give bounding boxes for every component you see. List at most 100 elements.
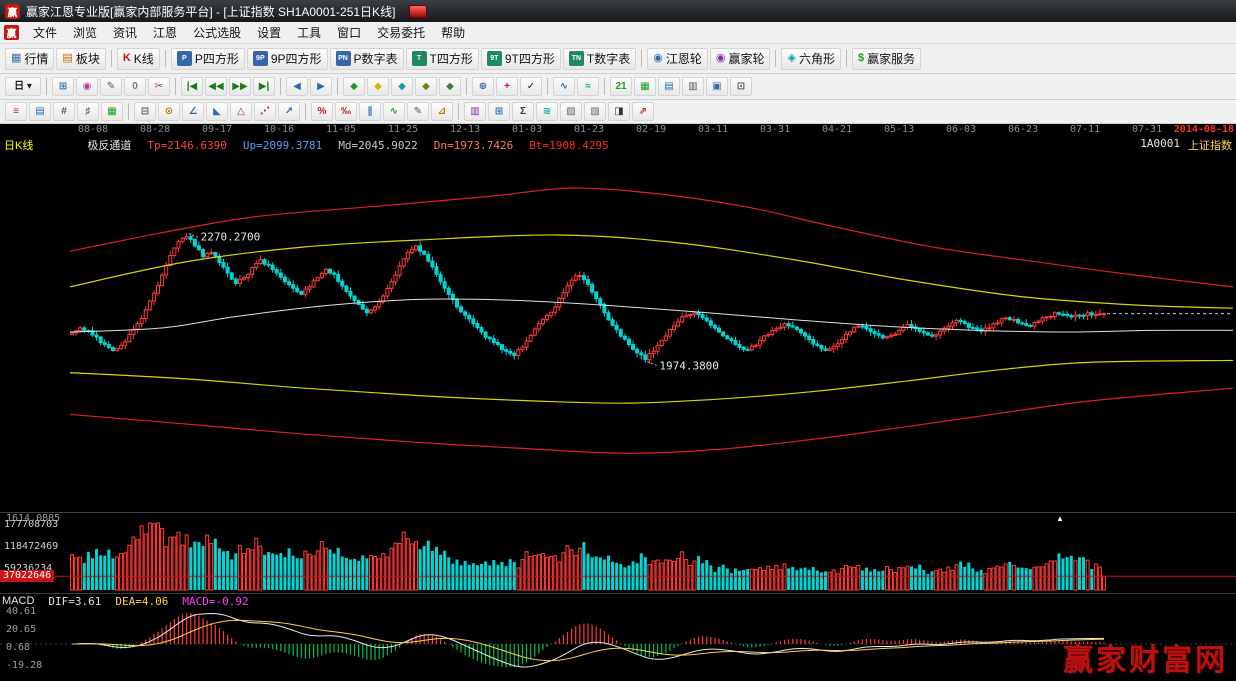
menu-item-3[interactable]: 江恩 [145,22,185,43]
equal-wave-icon[interactable]: ≋ [536,102,558,121]
last-page-icon-icon: ▶| [259,82,270,92]
sine-wave-icon[interactable]: ∿ [383,102,405,121]
gann-flower-icon-icon: ◉ [83,82,92,92]
half-box-icon[interactable]: ◨ [608,102,630,121]
window-grid-icon[interactable]: ⊟ [134,102,156,121]
trend-arrow-icon[interactable]: ↗ [278,102,300,121]
target-icon[interactable]: ⊕ [472,77,494,96]
diag-grid-icon[interactable]: ▧ [584,102,606,121]
fast-back-icon[interactable]: ◀◀ [205,77,227,96]
breakout-icon[interactable]: ⇗ [632,102,654,121]
number-21-icon[interactable]: 21 [610,77,632,96]
save-icon[interactable]: ▣ [706,77,728,96]
symbol-name: 上证指数 [1188,137,1232,153]
ruler-icon[interactable]: ⊿ [431,102,453,121]
sharp-icon[interactable]: ♯ [77,102,99,121]
pencil-tool-icon[interactable]: ✎ [407,102,429,121]
t-square-button[interactable]: TT四方形 [406,48,479,70]
menu-item-6[interactable]: 工具 [289,22,329,43]
menu-item-4[interactable]: 公式选股 [185,22,249,43]
zero-tool-icon[interactable]: 0 [124,77,146,96]
date-tick: 06-03 [946,124,976,135]
channel-mid-value: Md=2045.9022 [338,139,417,152]
next-bar-icon[interactable]: ▶ [310,77,332,96]
toolbar-separator [547,78,548,95]
channel-top-value: Tp=2146.6390 [147,139,226,152]
hash-icon[interactable]: # [53,102,75,121]
gann-flower-icon[interactable]: ◉ [76,77,98,96]
vol-wave-icon[interactable]: ≈ [577,77,599,96]
chart-panel-icon[interactable]: ▥ [682,77,704,96]
window-title: 赢家江恩专业版[赢家内部服务平台] - [上证指数 SH1A0001-251日K… [26,3,395,20]
9t-square-button-icon: 9T [487,51,502,66]
shaded-grid-icon[interactable]: ▨ [560,102,582,121]
last-page-icon[interactable]: ▶| [253,77,275,96]
sigma-icon[interactable]: Σ [512,102,534,121]
diamond-yellow-icon[interactable]: ◆ [367,77,389,96]
9p-square-button[interactable]: 9P9P四方形 [247,48,328,70]
menu-item-7[interactable]: 窗口 [329,22,369,43]
hatch-red-icon[interactable]: ≡ [5,102,27,121]
prev-bar-icon[interactable]: ◀ [286,77,308,96]
report-icon[interactable]: ▤ [658,77,680,96]
right-triangle-icon-icon: ◣ [213,107,221,117]
menu-item-8[interactable]: 交易委托 [369,22,433,43]
alert-indicator[interactable] [409,5,427,18]
chart-panel-icon-icon: ▥ [688,82,697,92]
fast-forward-icon[interactable]: ▶▶ [229,77,251,96]
clock-tool-icon[interactable]: ⊙ [158,102,180,121]
wave-icon[interactable]: ∿ [553,77,575,96]
table-icon[interactable]: ▦ [634,77,656,96]
parallel-lines-icon[interactable]: ∥ [359,102,381,121]
quotes-button[interactable]: ▦行情 [5,48,54,70]
period-day-selector[interactable]: 日 ▾ [5,77,41,96]
diamond-olive-icon[interactable]: ◆ [415,77,437,96]
p-square-button[interactable]: PP四方形 [171,48,245,70]
date-tick: 02-19 [636,124,666,135]
check-icon[interactable]: ✓ [520,77,542,96]
purple-grid-icon[interactable]: ▥ [464,102,486,121]
angle-tool-icon[interactable]: ∠ [182,102,204,121]
clock-tool-icon-icon: ⊙ [165,107,173,117]
percent-icon-icon: % [318,107,327,117]
t-table-button[interactable]: TNT数字表 [563,48,636,70]
matrix-icon[interactable]: ⊞ [52,77,74,96]
hexagon-button[interactable]: ◈六角形 [781,48,840,70]
print-icon[interactable]: ⊡ [730,77,752,96]
menu-item-5[interactable]: 设置 [249,22,289,43]
percent-icon[interactable]: % [311,102,333,121]
kline-button-label: K线 [134,50,154,67]
date-tick: 05-13 [884,124,914,135]
menu-item-2[interactable]: 资讯 [105,22,145,43]
right-triangle-icon[interactable]: ◣ [206,102,228,121]
diamond-dark-icon[interactable]: ◆ [439,77,461,96]
sectors-button[interactable]: ▤板块 [56,48,105,70]
plus-grid-icon[interactable]: ⊞ [488,102,510,121]
winner-wheel-button[interactable]: ◉赢家轮 [710,48,771,70]
pencil-icon[interactable]: ✎ [100,77,122,96]
t-square-button-icon: T [412,51,427,66]
fan-lines-icon[interactable]: ⋰ [254,102,276,121]
hatch-blue-icon[interactable]: ▤ [29,102,51,121]
first-page-icon[interactable]: |◀ [181,77,203,96]
first-page-icon-icon: |◀ [187,82,198,92]
diamond-teal-icon[interactable]: ◆ [391,77,413,96]
diamond-green-icon[interactable]: ◆ [343,77,365,96]
triangle-tool-icon[interactable]: △ [230,102,252,121]
gann-wheel-button[interactable]: ◉江恩轮 [647,48,708,70]
green-grid-icon[interactable]: ▦ [101,102,123,121]
date-tick: 01-03 [512,124,542,135]
permille-icon[interactable]: ‰ [335,102,357,121]
menu-item-1[interactable]: 浏览 [65,22,105,43]
menu-item-9[interactable]: 帮助 [433,22,473,43]
sine-wave-icon-icon: ∿ [390,107,398,117]
crosshair-icon[interactable]: + [496,77,518,96]
menu-item-0[interactable]: 文件 [25,22,65,43]
scissors-icon[interactable]: ✂ [148,77,170,96]
9t-square-button[interactable]: 9T9T四方形 [481,48,561,70]
kline-button[interactable]: KK线 [117,48,160,70]
save-icon-icon: ▣ [712,82,721,92]
indicator-name[interactable]: 极反通道 [87,137,131,153]
winner-service-button[interactable]: $赢家服务 [852,48,921,70]
p-table-button[interactable]: PNP数字表 [330,48,404,70]
